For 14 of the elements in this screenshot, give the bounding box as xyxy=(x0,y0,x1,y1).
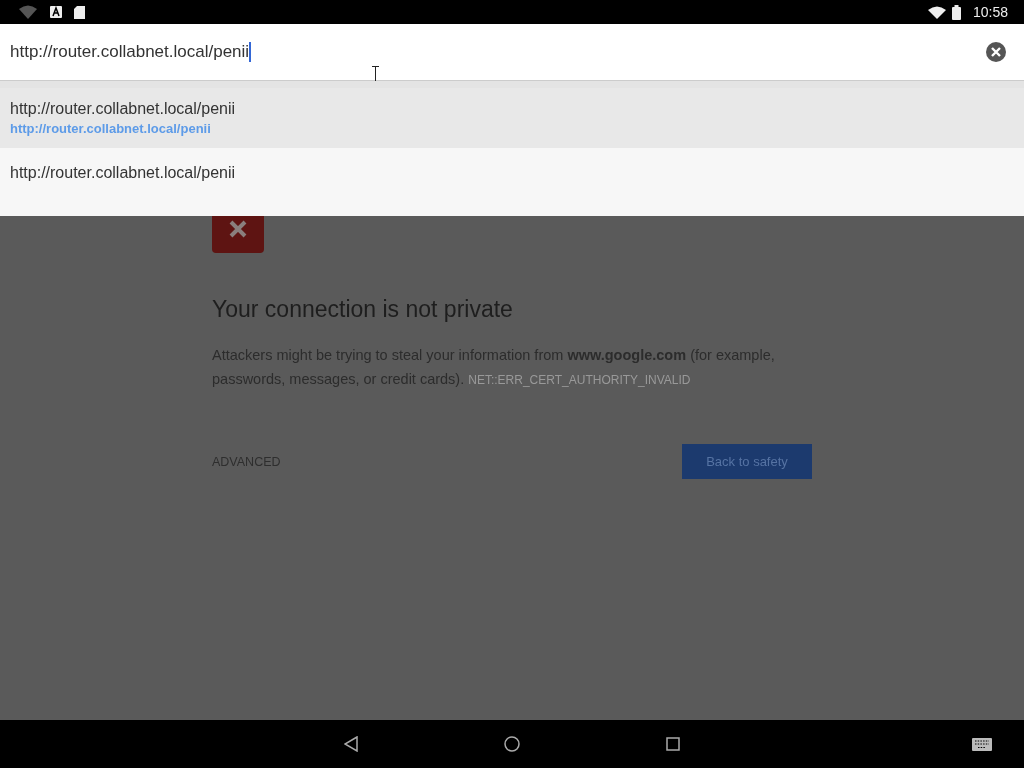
text-cursor-icon xyxy=(372,66,379,82)
back-icon[interactable] xyxy=(344,736,358,752)
home-icon[interactable] xyxy=(504,736,520,752)
keyboard-icon[interactable] xyxy=(972,738,992,751)
recents-icon[interactable] xyxy=(666,737,680,751)
sd-card-icon xyxy=(74,5,85,19)
clear-icon[interactable] xyxy=(986,42,1006,62)
wifi-icon xyxy=(927,5,946,19)
letter-a-icon xyxy=(50,6,62,18)
suggestion-item[interactable]: http://router.collabnet.local/penii http://router.collabnet.local/penii xyxy=(0,88,1024,148)
suggestion-item[interactable]: http://router.collabnet.local/penii xyxy=(0,148,1024,216)
heading: Your connection is not private xyxy=(212,296,514,323)
battery-icon xyxy=(951,4,961,20)
clock-time: 10:58 xyxy=(972,4,1008,20)
